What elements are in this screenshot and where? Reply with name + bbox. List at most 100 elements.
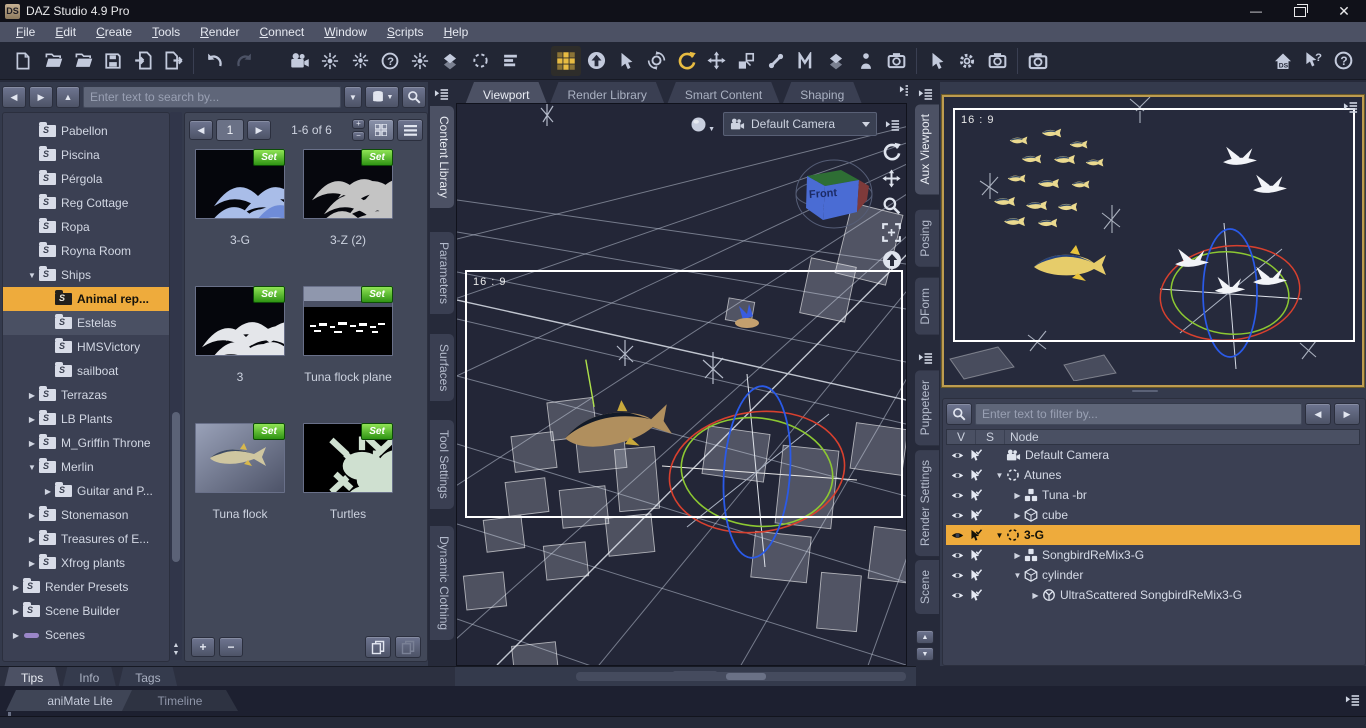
pan-view-icon[interactable] xyxy=(882,169,902,188)
zoom-view-icon[interactable] xyxy=(882,196,902,215)
lights-settings-icon[interactable] xyxy=(952,46,982,76)
tab-shaping[interactable]: Shaping xyxy=(782,82,862,105)
tab-tags[interactable]: Tags xyxy=(118,667,177,688)
viewport-navigation-icon[interactable] xyxy=(581,46,611,76)
import-icon[interactable] xyxy=(128,46,158,76)
create-camera-icon[interactable] xyxy=(285,46,315,76)
help-icon[interactable] xyxy=(1328,46,1358,76)
tree-item[interactable]: ▼ S Merlin xyxy=(3,455,169,479)
expand-arrow-icon[interactable]: ▶ xyxy=(992,591,1041,600)
eye-icon[interactable] xyxy=(950,569,965,582)
tab-dform[interactable]: DForm xyxy=(915,278,939,335)
thumb-size-decrease-button[interactable]: − xyxy=(352,131,365,141)
horizontal-scrollbar-thumb[interactable] xyxy=(726,673,766,680)
col-node[interactable]: Node xyxy=(1005,430,1359,444)
remove-category-button[interactable]: − xyxy=(219,637,243,657)
render-icon[interactable] xyxy=(1023,46,1053,76)
daz-home-icon[interactable] xyxy=(1268,46,1298,76)
aux-options-menu-icon[interactable] xyxy=(1343,99,1358,114)
col-visible[interactable]: V xyxy=(947,430,976,444)
tab-viewport[interactable]: Viewport xyxy=(465,82,547,105)
scene-node[interactable]: ▶ SongbirdReMix3-G xyxy=(946,545,1360,565)
filter-search-icon[interactable] xyxy=(946,403,972,425)
horizontal-scrollbar[interactable] xyxy=(576,672,906,681)
nav-up-button[interactable]: ▲ xyxy=(56,86,80,108)
thumb-size-increase-button[interactable]: + xyxy=(352,119,365,129)
tree-item[interactable]: S Estelas xyxy=(3,311,169,335)
scale-tool-icon[interactable] xyxy=(731,46,761,76)
tree-item[interactable]: S Pabellon xyxy=(3,119,169,143)
expand-arrow-icon[interactable]: ▶ xyxy=(43,487,53,496)
tab-puppeteer[interactable]: Puppeteer xyxy=(915,370,939,446)
pane-menu-icon[interactable] xyxy=(434,86,449,101)
expand-arrow-icon[interactable]: ▶ xyxy=(27,559,37,568)
scene-node[interactable]: ▼ cylinder xyxy=(946,565,1360,585)
database-filter-button[interactable]: ▼ xyxy=(365,86,399,108)
create-dform-icon[interactable] xyxy=(435,46,465,76)
expand-arrow-icon[interactable]: ▶ xyxy=(992,511,1023,520)
restore-button[interactable] xyxy=(1278,0,1322,22)
camera-selector[interactable]: Default Camera xyxy=(723,112,877,136)
expand-arrow-icon[interactable]: ▶ xyxy=(11,583,21,592)
menu-scripts[interactable]: Scripts xyxy=(377,23,434,41)
selectable-icon[interactable] xyxy=(969,489,982,502)
menu-connect[interactable]: Connect xyxy=(249,23,314,41)
expand-arrow-icon[interactable]: ▶ xyxy=(27,439,37,448)
tab-content-library[interactable]: Content Library xyxy=(430,106,454,209)
selectable-icon[interactable] xyxy=(969,589,982,602)
scene-node[interactable]: ▶ UltraScattered SongbirdReMix3-G xyxy=(946,585,1360,605)
add-category-button[interactable]: + xyxy=(191,637,215,657)
export-icon[interactable] xyxy=(158,46,188,76)
camera-selection-icon[interactable] xyxy=(881,46,911,76)
minimize-button[interactable]: — xyxy=(1234,0,1278,22)
create-distant-light-icon[interactable] xyxy=(315,46,345,76)
menu-create[interactable]: Create xyxy=(86,23,142,41)
selectable-icon[interactable] xyxy=(969,529,982,542)
rotate-tool-icon[interactable] xyxy=(671,46,701,76)
selectable-icon[interactable] xyxy=(969,449,982,462)
nav-forward-button[interactable]: ▶ xyxy=(29,86,53,108)
collapse-arrow-icon[interactable]: ▼ xyxy=(27,463,37,472)
menu-file[interactable]: File xyxy=(6,23,45,41)
thumbnail-tuna-flock[interactable]: Set Tuna flock xyxy=(195,423,285,521)
tab-scroll-up-button[interactable]: ▲ xyxy=(916,630,934,644)
tab-render-settings[interactable]: Render Settings xyxy=(915,450,939,557)
tree-scroll-arrows[interactable]: ▲ ▼ xyxy=(171,642,181,658)
figure-selection-icon[interactable] xyxy=(851,46,881,76)
tab-dynamic-clothing[interactable]: Dynamic Clothing xyxy=(430,526,454,641)
thumbnail-image[interactable]: Set xyxy=(303,423,393,493)
filter-prev-button[interactable]: ◀ xyxy=(1305,403,1331,425)
tab-render-library[interactable]: Render Library xyxy=(549,82,664,105)
aux-viewport[interactable]: 16 : 9 xyxy=(942,95,1364,387)
copy-page-icon[interactable] xyxy=(365,636,391,658)
tab-tips[interactable]: Tips xyxy=(4,667,60,688)
menu-tools[interactable]: Tools xyxy=(142,23,190,41)
tree-item[interactable]: Ssailboat xyxy=(3,359,169,383)
filter-next-button[interactable]: ▶ xyxy=(1334,403,1360,425)
eye-icon[interactable] xyxy=(950,509,965,522)
tab-posing[interactable]: Posing xyxy=(915,210,939,267)
list-view-button[interactable] xyxy=(397,119,423,141)
orbit-view-icon[interactable] xyxy=(882,142,902,161)
tree-item[interactable]: S HMSVictory xyxy=(3,335,169,359)
content-gallery-icon[interactable] xyxy=(551,45,581,76)
create-linear-point-light-icon[interactable] xyxy=(375,46,405,76)
thumbnail-3[interactable]: Set 3 xyxy=(195,286,285,384)
bottom-pane-menu-icon[interactable] xyxy=(1345,692,1360,707)
expand-arrow-icon[interactable]: ▶ xyxy=(27,391,37,400)
tree-item[interactable]: ▶ S Xfrog plants xyxy=(3,551,169,575)
tree-item[interactable]: ▶ S Scene Builder xyxy=(3,599,169,623)
thumbnail-image[interactable]: Set xyxy=(195,423,285,493)
expand-arrow-icon[interactable]: ▶ xyxy=(27,511,37,520)
collapse-arrow-icon[interactable]: ▼ xyxy=(992,471,1005,480)
tree-item[interactable]: ▶ S Guitar and P... xyxy=(3,479,169,503)
viewport-options-menu-icon[interactable] xyxy=(885,116,900,131)
pane-splitter[interactable] xyxy=(942,387,1362,395)
thumbnail-image[interactable]: Set xyxy=(195,149,285,219)
tab-scene[interactable]: Scene xyxy=(915,560,939,615)
open-file-icon[interactable] xyxy=(38,46,68,76)
tab-scroll-down-button[interactable]: ▼ xyxy=(916,647,934,661)
search-input[interactable] xyxy=(83,86,341,108)
tree-item[interactable]: ▶ S LB Plants xyxy=(3,407,169,431)
collapse-arrow-icon[interactable]: ▼ xyxy=(992,531,1005,540)
